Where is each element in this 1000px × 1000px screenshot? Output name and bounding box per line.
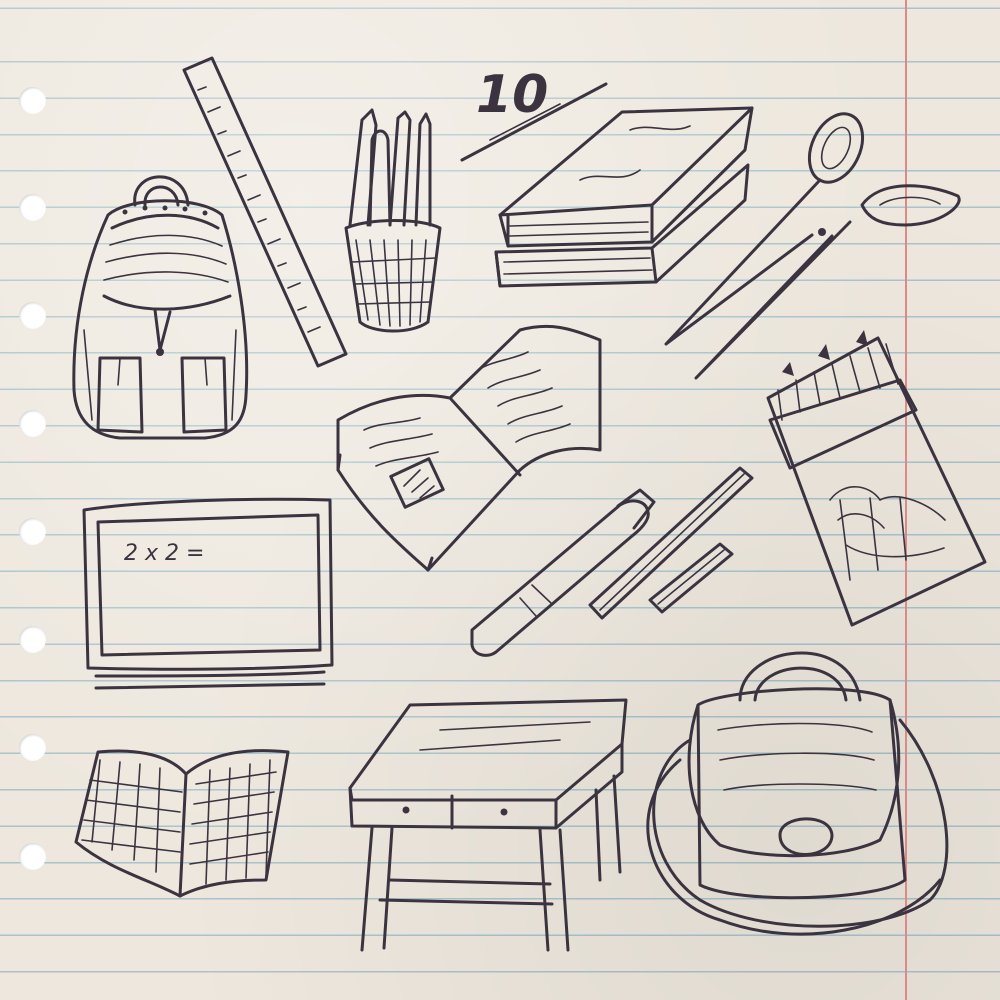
scissors-icon (664, 112, 961, 380)
notebook-icon (74, 749, 290, 898)
notebook-paper-sheet: 10 2 x 2 = (0, 0, 1000, 1000)
open-book-icon (336, 324, 602, 572)
pencil-cup-icon (344, 108, 442, 333)
ruler-icon (182, 56, 348, 368)
chalkboard-text: 2 x 2 = (124, 541, 204, 566)
colored-pencil-box-icon (766, 330, 987, 627)
school-desk-icon (348, 698, 628, 952)
chalk-icon (588, 466, 754, 620)
number-sketch: 10 (460, 65, 608, 162)
book-stack-icon (494, 106, 754, 288)
chalkboard-icon: 2 x 2 = (82, 497, 334, 690)
sketch-layer: 10 2 x 2 = (72, 56, 987, 952)
school-bag-icon (646, 651, 949, 936)
backpack-icon (72, 175, 249, 440)
